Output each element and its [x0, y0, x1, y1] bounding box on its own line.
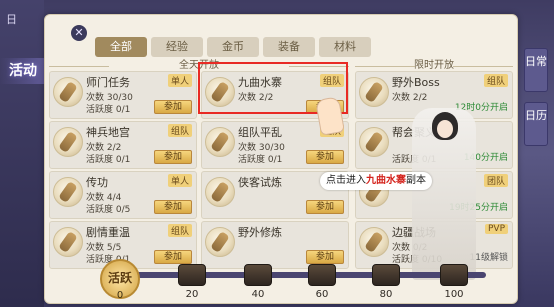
join-button[interactable]: 参加: [154, 150, 192, 164]
activity-text: 活跃度 0/5: [86, 205, 131, 215]
activity-icon: [205, 127, 235, 157]
activity-icon: [53, 227, 83, 257]
left-backdrop: [0, 0, 44, 307]
tooltip-highlight: 九曲水寨: [366, 175, 406, 186]
mode-badge: 团队: [483, 174, 508, 187]
mode-badge: PVP: [484, 224, 508, 234]
reward-chest-icon[interactable]: [178, 264, 206, 286]
tab-calendar-label: 日历: [525, 109, 547, 122]
category-tabs: 全部 经验 金币 装备 材料: [95, 37, 371, 57]
mode-badge: 组队: [483, 74, 508, 87]
reward-chest-icon[interactable]: [440, 264, 468, 286]
mode-badge: 单人: [167, 174, 192, 187]
join-button[interactable]: 参加: [154, 100, 192, 114]
activity-value: 0: [116, 290, 124, 301]
activity-icon: [359, 77, 389, 107]
mode-badge: 组队: [167, 124, 192, 137]
activity-text: 活跃度 0/1: [238, 155, 283, 165]
activity-progress-bar: [106, 272, 486, 278]
tutorial-tooltip: 点击进入九曲水寨副本: [320, 172, 432, 190]
activity-title: 活动: [0, 58, 46, 84]
tab-equipment[interactable]: 装备: [263, 37, 315, 57]
tab-gold[interactable]: 金币: [207, 37, 259, 57]
mode-badge: 组队: [167, 224, 192, 237]
card-name: 神兵地宫: [86, 126, 130, 139]
activity-icon: [205, 177, 235, 207]
tab-all[interactable]: 全部: [95, 37, 147, 57]
tooltip-suffix: 副本: [406, 175, 426, 186]
card-name: 师门任务: [86, 76, 130, 89]
mode-badge: 单人: [167, 74, 192, 87]
card-name: 野外Boss: [392, 76, 440, 89]
activity-card-transfer: 传功 单人 次数 4/4 活跃度 0/5 参加: [49, 171, 197, 219]
activity-icon: [359, 227, 389, 257]
card-name: 剧情重温: [86, 226, 130, 239]
activity-icon: [53, 77, 83, 107]
reward-chest-icon[interactable]: [308, 264, 336, 286]
milestone-label: 20: [185, 289, 199, 300]
card-name: 组队平乱: [238, 126, 282, 139]
join-button[interactable]: 参加: [306, 200, 344, 214]
activity-icon: [53, 127, 83, 157]
activity-card-weapon-palace: 神兵地宫 组队 次数 2/2 活跃度 0/1 参加: [49, 121, 197, 169]
close-icon[interactable]: ✕: [71, 25, 87, 41]
join-button[interactable]: 参加: [154, 250, 192, 264]
reward-chest-icon[interactable]: [372, 264, 400, 286]
activity-icon: [205, 227, 235, 257]
card-name: 野外修炼: [238, 226, 282, 239]
tab-calendar[interactable]: 日历: [524, 102, 548, 146]
reward-chest-icon[interactable]: [244, 264, 272, 286]
left-side-char: 日: [6, 13, 17, 26]
activity-card-sect-task: 师门任务 单人 次数 30/30 活跃度 0/1 参加: [49, 71, 197, 119]
tab-exp[interactable]: 经验: [151, 37, 203, 57]
tab-material[interactable]: 材料: [319, 37, 371, 57]
tab-daily[interactable]: 日常: [524, 48, 548, 92]
activity-icon: [359, 127, 389, 157]
activity-icon: [53, 177, 83, 207]
join-button[interactable]: 参加: [154, 200, 192, 214]
activity-text: 活跃度 0/1: [86, 155, 131, 165]
join-button[interactable]: 参加: [306, 150, 344, 164]
milestone-label: 40: [251, 289, 265, 300]
milestone-label: 100: [444, 289, 464, 300]
npc-face: [437, 120, 453, 138]
tooltip-prefix: 点击进入: [326, 175, 366, 186]
card-name: 侠客试炼: [238, 176, 282, 189]
activity-text: 活跃度 0/1: [86, 105, 131, 115]
card-name: 传功: [86, 176, 108, 189]
milestone-label: 80: [379, 289, 393, 300]
count-text: 次数 2/2: [392, 93, 428, 103]
milestone-label: 60: [315, 289, 329, 300]
activity-card-field-training: 野外修炼 参加: [201, 221, 349, 269]
join-button[interactable]: 参加: [306, 250, 344, 264]
tab-daily-label: 日常: [525, 55, 547, 68]
